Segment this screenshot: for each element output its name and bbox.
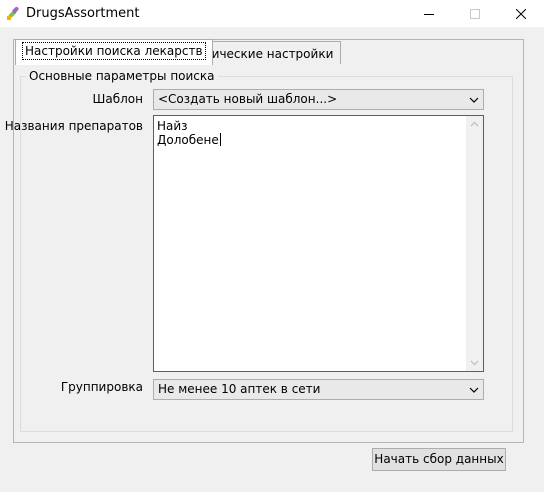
drug-name-line: Найз (157, 119, 188, 133)
close-icon (516, 8, 526, 19)
drug-names-textarea[interactable]: Найз Долобене (153, 115, 484, 372)
chevron-down-icon (469, 97, 479, 103)
template-label: Шаблон (92, 92, 143, 106)
group-title: Основные параметры поиска (26, 69, 218, 83)
close-button[interactable] (498, 0, 544, 27)
grouping-value: Не менее 10 аптек в сети (158, 382, 321, 396)
drug-name-line: Долобене (157, 133, 219, 147)
text-caret (219, 133, 221, 146)
title-bar: DrugsAssortment (0, 0, 544, 27)
minimize-icon (424, 13, 434, 15)
drug-names-content: Найз Долобене (157, 119, 221, 147)
window-title: DrugsAssortment (26, 6, 140, 21)
drug-name-line-with-caret: Долобене (157, 133, 221, 147)
maximize-button[interactable] (452, 0, 498, 27)
grouping-select[interactable]: Не менее 10 аптек в сети (153, 379, 484, 400)
vertical-scrollbar[interactable] (466, 116, 483, 371)
chevron-down-icon (469, 387, 479, 393)
scroll-up-icon[interactable] (466, 116, 483, 133)
template-select[interactable]: <Создать новый шаблон...> (153, 89, 484, 110)
minimize-button[interactable] (406, 0, 452, 27)
start-collection-button[interactable]: Начать сбор данных (372, 448, 506, 471)
tab-search-settings[interactable]: Настройки поиска лекарств (15, 39, 213, 65)
app-icon (6, 5, 22, 21)
maximize-icon (470, 8, 480, 19)
tab-label: Настройки поиска лекарств (22, 42, 206, 60)
template-value: <Создать новый шаблон...> (158, 92, 338, 106)
drug-names-label: Названия препаратов (4, 119, 143, 133)
scroll-down-icon[interactable] (466, 354, 483, 371)
grouping-label: Группировка (60, 380, 143, 394)
